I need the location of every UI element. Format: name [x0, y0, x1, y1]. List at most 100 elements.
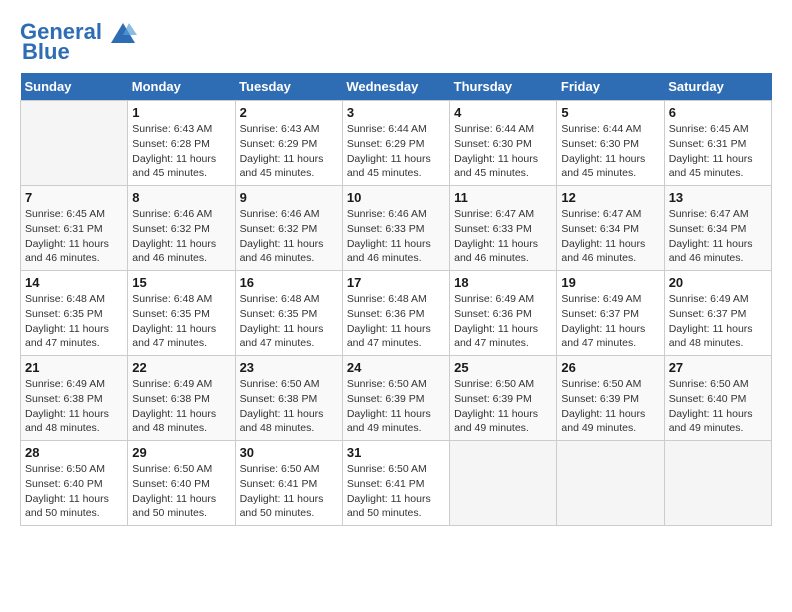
day-number: 7	[25, 190, 123, 205]
calendar-week-row: 28 Sunrise: 6:50 AM Sunset: 6:40 PM Dayli…	[21, 441, 772, 526]
day-info: Sunrise: 6:50 AM Sunset: 6:39 PM Dayligh…	[347, 377, 445, 436]
day-info: Sunrise: 6:50 AM Sunset: 6:40 PM Dayligh…	[132, 462, 230, 521]
day-number: 19	[561, 275, 659, 290]
day-info: Sunrise: 6:46 AM Sunset: 6:33 PM Dayligh…	[347, 207, 445, 266]
calendar-cell: 4 Sunrise: 6:44 AM Sunset: 6:30 PM Daylig…	[450, 101, 557, 186]
day-info: Sunrise: 6:44 AM Sunset: 6:30 PM Dayligh…	[454, 122, 552, 181]
day-number: 1	[132, 105, 230, 120]
day-info: Sunrise: 6:44 AM Sunset: 6:29 PM Dayligh…	[347, 122, 445, 181]
calendar-cell: 15 Sunrise: 6:48 AM Sunset: 6:35 PM Dayli…	[128, 271, 235, 356]
calendar-cell: 6 Sunrise: 6:45 AM Sunset: 6:31 PM Daylig…	[664, 101, 771, 186]
day-number: 24	[347, 360, 445, 375]
day-number: 22	[132, 360, 230, 375]
calendar-cell: 19 Sunrise: 6:49 AM Sunset: 6:37 PM Dayli…	[557, 271, 664, 356]
calendar-cell: 26 Sunrise: 6:50 AM Sunset: 6:39 PM Dayli…	[557, 356, 664, 441]
day-number: 21	[25, 360, 123, 375]
calendar-cell	[664, 441, 771, 526]
day-info: Sunrise: 6:46 AM Sunset: 6:32 PM Dayligh…	[132, 207, 230, 266]
day-number: 26	[561, 360, 659, 375]
calendar-cell: 22 Sunrise: 6:49 AM Sunset: 6:38 PM Dayli…	[128, 356, 235, 441]
calendar-cell: 7 Sunrise: 6:45 AM Sunset: 6:31 PM Daylig…	[21, 186, 128, 271]
day-number: 6	[669, 105, 767, 120]
calendar-cell: 12 Sunrise: 6:47 AM Sunset: 6:34 PM Dayli…	[557, 186, 664, 271]
day-info: Sunrise: 6:50 AM Sunset: 6:40 PM Dayligh…	[25, 462, 123, 521]
page-header: General Blue	[20, 20, 772, 63]
day-info: Sunrise: 6:44 AM Sunset: 6:30 PM Dayligh…	[561, 122, 659, 181]
calendar-cell: 17Sunrise: 6:48 AM Sunset: 6:36 PM Dayli…	[342, 271, 449, 356]
logo-icon	[109, 21, 137, 45]
calendar-cell	[450, 441, 557, 526]
day-number: 23	[240, 360, 338, 375]
calendar-week-row: 14Sunrise: 6:48 AM Sunset: 6:35 PM Dayli…	[21, 271, 772, 356]
day-info: Sunrise: 6:49 AM Sunset: 6:38 PM Dayligh…	[132, 377, 230, 436]
calendar-cell: 1 Sunrise: 6:43 AM Sunset: 6:28 PM Daylig…	[128, 101, 235, 186]
calendar-cell: 24 Sunrise: 6:50 AM Sunset: 6:39 PM Dayli…	[342, 356, 449, 441]
calendar-cell: 28 Sunrise: 6:50 AM Sunset: 6:40 PM Dayli…	[21, 441, 128, 526]
day-info: Sunrise: 6:46 AM Sunset: 6:32 PM Dayligh…	[240, 207, 338, 266]
calendar-cell: 5 Sunrise: 6:44 AM Sunset: 6:30 PM Daylig…	[557, 101, 664, 186]
calendar-cell: 21 Sunrise: 6:49 AM Sunset: 6:38 PM Dayli…	[21, 356, 128, 441]
day-info: Sunrise: 6:48 AM Sunset: 6:35 PM Dayligh…	[240, 292, 338, 351]
day-info: Sunrise: 6:49 AM Sunset: 6:37 PM Dayligh…	[669, 292, 767, 351]
calendar-cell	[21, 101, 128, 186]
day-info: Sunrise: 6:50 AM Sunset: 6:41 PM Dayligh…	[347, 462, 445, 521]
calendar-cell: 3 Sunrise: 6:44 AM Sunset: 6:29 PM Daylig…	[342, 101, 449, 186]
calendar-cell: 13Sunrise: 6:47 AM Sunset: 6:34 PM Dayli…	[664, 186, 771, 271]
calendar-cell: 20Sunrise: 6:49 AM Sunset: 6:37 PM Dayli…	[664, 271, 771, 356]
calendar-cell: 10 Sunrise: 6:46 AM Sunset: 6:33 PM Dayli…	[342, 186, 449, 271]
day-number: 18	[454, 275, 552, 290]
day-number: 25	[454, 360, 552, 375]
day-number: 29	[132, 445, 230, 460]
day-number: 3	[347, 105, 445, 120]
day-number: 8	[132, 190, 230, 205]
calendar-week-row: 7 Sunrise: 6:45 AM Sunset: 6:31 PM Daylig…	[21, 186, 772, 271]
day-info: Sunrise: 6:48 AM Sunset: 6:35 PM Dayligh…	[132, 292, 230, 351]
day-number: 27	[669, 360, 767, 375]
calendar-cell: 25 Sunrise: 6:50 AM Sunset: 6:39 PM Dayli…	[450, 356, 557, 441]
day-number: 11	[454, 190, 552, 205]
calendar-cell: 27 Sunrise: 6:50 AM Sunset: 6:40 PM Dayli…	[664, 356, 771, 441]
day-info: Sunrise: 6:43 AM Sunset: 6:28 PM Dayligh…	[132, 122, 230, 181]
day-info: Sunrise: 6:50 AM Sunset: 6:41 PM Dayligh…	[240, 462, 338, 521]
day-of-week-header: Friday	[557, 73, 664, 101]
day-of-week-header: Thursday	[450, 73, 557, 101]
day-number: 30	[240, 445, 338, 460]
calendar-cell: 30 Sunrise: 6:50 AM Sunset: 6:41 PM Dayli…	[235, 441, 342, 526]
day-number: 12	[561, 190, 659, 205]
day-info: Sunrise: 6:48 AM Sunset: 6:36 PM Dayligh…	[347, 292, 445, 351]
day-of-week-header: Sunday	[21, 73, 128, 101]
day-number: 2	[240, 105, 338, 120]
calendar-cell: 11 Sunrise: 6:47 AM Sunset: 6:33 PM Dayli…	[450, 186, 557, 271]
day-info: Sunrise: 6:49 AM Sunset: 6:37 PM Dayligh…	[561, 292, 659, 351]
day-info: Sunrise: 6:43 AM Sunset: 6:29 PM Dayligh…	[240, 122, 338, 181]
day-info: Sunrise: 6:47 AM Sunset: 6:33 PM Dayligh…	[454, 207, 552, 266]
day-info: Sunrise: 6:50 AM Sunset: 6:39 PM Dayligh…	[454, 377, 552, 436]
day-info: Sunrise: 6:50 AM Sunset: 6:40 PM Dayligh…	[669, 377, 767, 436]
day-number: 10	[347, 190, 445, 205]
day-number: 15	[132, 275, 230, 290]
calendar-cell	[557, 441, 664, 526]
calendar-cell: 29 Sunrise: 6:50 AM Sunset: 6:40 PM Dayli…	[128, 441, 235, 526]
day-of-week-header: Wednesday	[342, 73, 449, 101]
calendar-cell: 2 Sunrise: 6:43 AM Sunset: 6:29 PM Daylig…	[235, 101, 342, 186]
day-of-week-header: Saturday	[664, 73, 771, 101]
day-info: Sunrise: 6:47 AM Sunset: 6:34 PM Dayligh…	[669, 207, 767, 266]
day-info: Sunrise: 6:50 AM Sunset: 6:39 PM Dayligh…	[561, 377, 659, 436]
day-info: Sunrise: 6:49 AM Sunset: 6:36 PM Dayligh…	[454, 292, 552, 351]
calendar-cell: 31Sunrise: 6:50 AM Sunset: 6:41 PM Dayli…	[342, 441, 449, 526]
calendar-cell: 16Sunrise: 6:48 AM Sunset: 6:35 PM Dayli…	[235, 271, 342, 356]
day-number: 9	[240, 190, 338, 205]
day-info: Sunrise: 6:47 AM Sunset: 6:34 PM Dayligh…	[561, 207, 659, 266]
logo: General Blue	[20, 20, 138, 63]
day-of-week-header: Monday	[128, 73, 235, 101]
day-info: Sunrise: 6:49 AM Sunset: 6:38 PM Dayligh…	[25, 377, 123, 436]
day-number: 4	[454, 105, 552, 120]
calendar-cell: 8 Sunrise: 6:46 AM Sunset: 6:32 PM Daylig…	[128, 186, 235, 271]
day-number: 5	[561, 105, 659, 120]
calendar-cell: 14Sunrise: 6:48 AM Sunset: 6:35 PM Dayli…	[21, 271, 128, 356]
day-info: Sunrise: 6:45 AM Sunset: 6:31 PM Dayligh…	[25, 207, 123, 266]
day-of-week-header: Tuesday	[235, 73, 342, 101]
calendar-cell: 18 Sunrise: 6:49 AM Sunset: 6:36 PM Dayli…	[450, 271, 557, 356]
day-number: 28	[25, 445, 123, 460]
day-info: Sunrise: 6:45 AM Sunset: 6:31 PM Dayligh…	[669, 122, 767, 181]
